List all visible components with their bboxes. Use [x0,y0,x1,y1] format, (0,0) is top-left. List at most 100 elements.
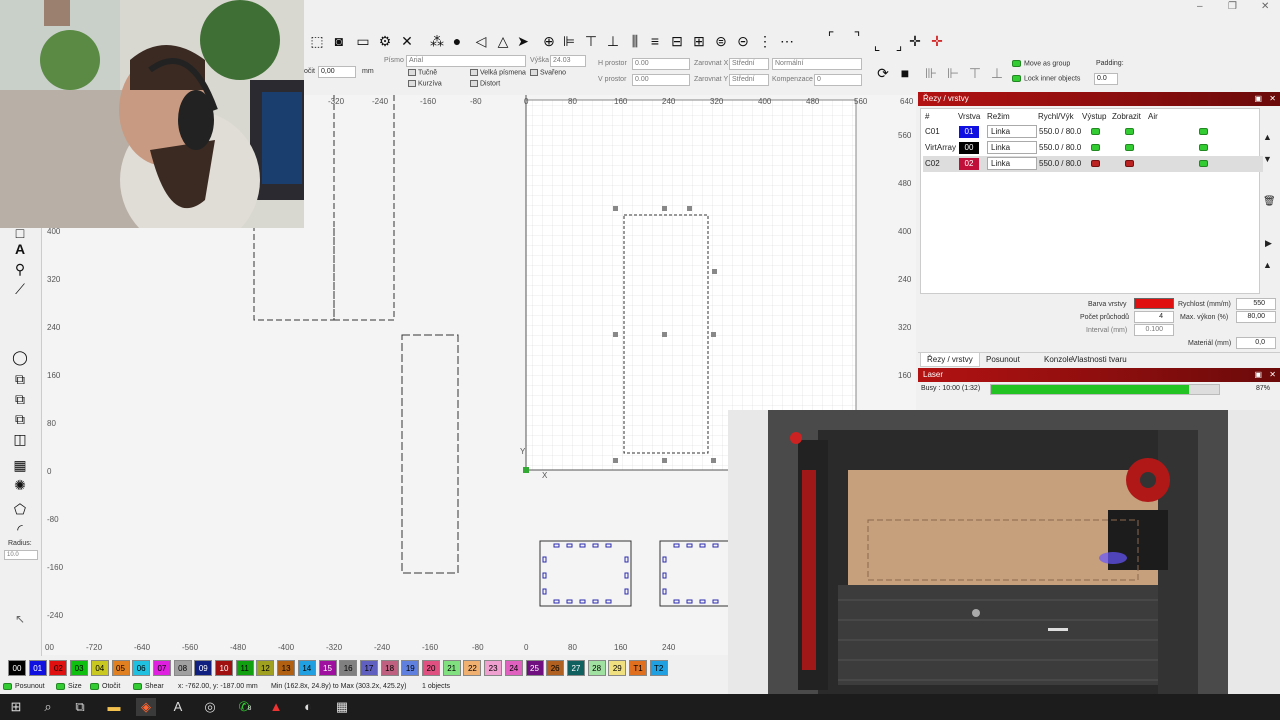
palette-swatch[interactable]: 17 [359,660,378,676]
palette-swatch[interactable]: 13 [277,660,296,676]
size-toggle[interactable]: Size [56,680,82,694]
tab-move[interactable]: Posunout [980,353,1026,367]
scroll-right-icon[interactable]: ▶ [1265,238,1272,249]
palette-swatch[interactable]: 26 [546,660,565,676]
lock-inner-toggle[interactable]: Lock inner objects [1012,75,1080,82]
tab-cuts-layers[interactable]: Řezy / vrstvy [920,353,980,367]
interval-input[interactable]: 0.100 [1134,324,1174,336]
same-width-icon[interactable]: ⋮ [756,32,774,50]
palette-swatch[interactable]: 01 [28,660,47,676]
palette-swatch[interactable]: 08 [173,660,192,676]
align-hcenter-icon[interactable]: ⫼ [626,32,644,50]
palette-swatch[interactable]: 19 [401,660,420,676]
select-rect-icon[interactable]: ⬚ [308,32,326,50]
palette-swatch[interactable]: T1 [629,660,647,676]
distort-checkbox[interactable]: Distort [470,80,500,87]
bold-checkbox[interactable]: Tučně [408,69,437,76]
hspace-input[interactable]: 0.00 [632,58,690,70]
minimize-button[interactable]: – [1197,1,1203,12]
palette-swatch[interactable]: 23 [484,660,503,676]
show-toggle[interactable] [1125,144,1134,151]
move-up-icon[interactable]: ▲ [1263,132,1272,142]
align-obj-4-icon[interactable]: ⊥ [988,64,1006,82]
tab-shape-properties[interactable]: Vlastnosti tvaru [1066,353,1133,367]
mode-select[interactable]: Linka [987,125,1037,138]
move-cross-icon[interactable]: ✛ [906,32,924,50]
corner-tr-icon[interactable]: ⌝ [848,28,866,46]
align-obj-2-icon[interactable]: ⊩ [944,64,962,82]
passes-input[interactable]: 4 [1134,311,1174,323]
rotate-input[interactable]: 0,00 [318,66,356,78]
palette-swatch[interactable]: 07 [152,660,171,676]
panel-close-icon[interactable]: ✕ [1269,94,1276,103]
font-select[interactable]: Arial [406,55,526,67]
boolean-union-icon[interactable]: ⧉ [10,370,30,388]
mirror-v-icon[interactable]: △ [494,32,512,50]
app-circle-icon[interactable]: ◐ [298,698,318,716]
distribute-h-icon[interactable]: ⊟ [668,32,686,50]
grid-array-icon[interactable]: ▦ [10,456,30,474]
palette-swatch[interactable]: 09 [194,660,213,676]
cut-row-selected[interactable]: C02 02 Linka 550.0 / 80.0 [923,156,1263,172]
task-view-icon[interactable]: ⧉ [70,698,90,716]
settings-gear-icon[interactable]: ⚙ [376,32,394,50]
palette-swatch[interactable]: 18 [380,660,399,676]
origin-cross-icon[interactable]: ✛ [928,32,946,50]
max-power-input[interactable]: 80,00 [1236,311,1276,323]
palette-swatch[interactable]: 20 [422,660,440,676]
palette-swatch[interactable]: 15 [318,660,337,676]
space-v-icon[interactable]: ⊝ [734,32,752,50]
air-toggle[interactable] [1199,128,1208,135]
align-x-select[interactable]: Střední [729,58,769,70]
space-h-icon[interactable]: ⊜ [712,32,730,50]
move-as-group-toggle[interactable]: Move as group [1012,60,1070,67]
palette-swatch[interactable]: 29 [608,660,627,676]
align-y-select[interactable]: Střední [729,74,769,86]
user-icon[interactable]: ● [448,32,466,50]
close-window-button[interactable]: ✕ [1261,1,1269,12]
camera-capture-icon[interactable]: ■ [896,64,914,82]
layer-swatch[interactable]: 00 [959,142,979,154]
palette-swatch[interactable]: 03 [70,660,89,676]
delete-layer-icon[interactable]: 🗑 [1263,196,1276,207]
palette-swatch[interactable]: 00 [8,660,26,676]
move-toggle[interactable]: Posunout [3,680,45,694]
mode-select[interactable]: Linka [987,141,1037,154]
laser-close-icon[interactable]: ✕ [1269,370,1276,379]
rotate-toggle[interactable]: Otočit [90,680,120,694]
group-icon[interactable]: ⁂ [428,32,446,50]
palette-swatch[interactable]: 04 [90,660,109,676]
corner-radius-icon[interactable]: ◜ [10,520,30,538]
scroll-up-icon[interactable]: ▲ [1263,260,1272,270]
palette-swatch[interactable]: 06 [132,660,151,676]
layer-swatch[interactable]: 01 [959,126,979,138]
normal-select[interactable]: Normální [772,58,862,70]
output-toggle[interactable] [1091,144,1100,151]
material-input[interactable]: 0,0 [1236,337,1276,349]
node-edit-icon[interactable]: ⬠ [10,500,30,518]
windows-start-icon[interactable]: ⊞ [6,698,26,716]
calculator-icon[interactable]: ▦ [332,698,352,716]
laser-float-icon[interactable]: ▣ [1254,370,1262,379]
same-height-icon[interactable]: ⋯ [778,32,796,50]
speed-input[interactable]: 550 [1236,298,1276,310]
palette-swatch[interactable]: 05 [111,660,130,676]
mode-select[interactable]: Linka [987,157,1037,170]
measure-tool-icon[interactable]: ⟋ [10,280,30,298]
cut-row[interactable]: VirtArray 00 Linka 550.0 / 80.0 [923,140,1263,156]
align-obj-3-icon[interactable]: ⊤ [966,64,984,82]
sync-icon[interactable]: ⟳ [874,64,892,82]
caps-checkbox[interactable]: Velká písmena [470,69,526,76]
palette-swatch[interactable]: 16 [339,660,358,676]
lightburn-icon[interactable]: ▲ [266,698,286,716]
file-explorer-icon[interactable]: ▬ [104,698,124,716]
palette-swatch[interactable]: 02 [49,660,68,676]
align-top-icon[interactable]: ⊤ [582,32,600,50]
obs-icon[interactable]: ◎ [200,698,220,716]
target-icon[interactable]: ⊕ [540,32,558,50]
move-down-icon[interactable]: ▼ [1263,154,1272,164]
cut-row[interactable]: C01 01 Linka 550.0 / 80.0 [923,124,1263,140]
align-bottom-icon[interactable]: ⊥ [604,32,622,50]
height-input[interactable]: 24.03 [550,55,586,67]
offset-tool-icon[interactable]: ◯ [10,348,30,366]
